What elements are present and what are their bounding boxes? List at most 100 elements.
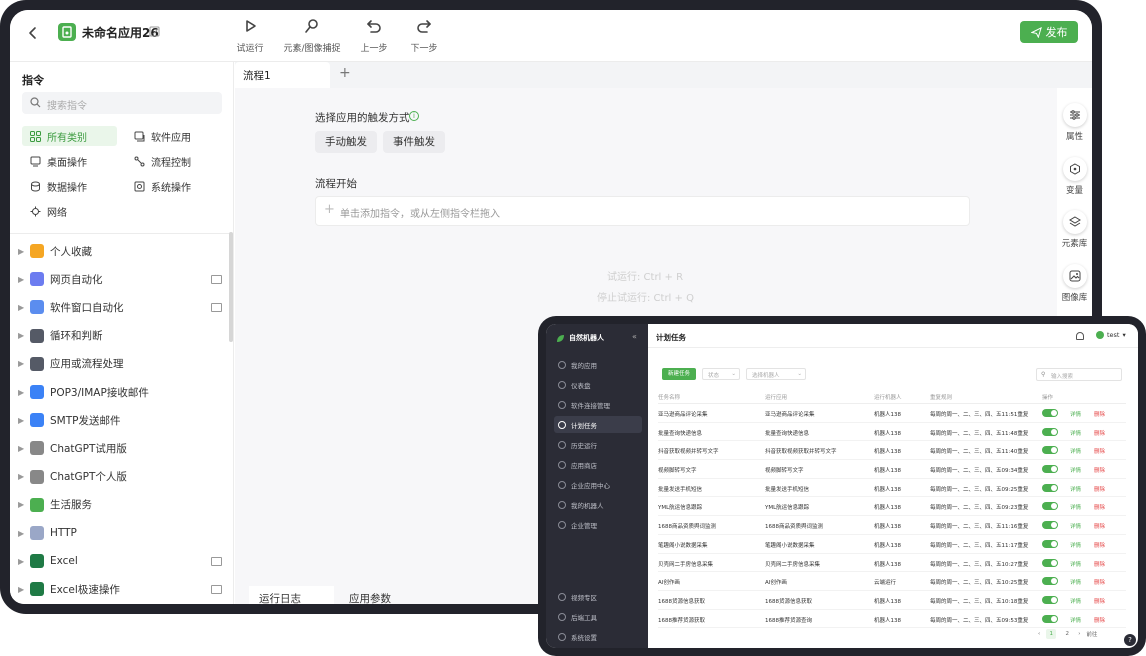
nav-item-bottom[interactable]: 后端工具 xyxy=(554,608,642,625)
back-icon[interactable] xyxy=(24,24,42,42)
tree-item[interactable]: ▶ 循环和判断 xyxy=(18,325,228,347)
run-test-button[interactable]: 试运行 xyxy=(220,17,280,54)
new-task-button[interactable]: 新建任务 xyxy=(662,368,696,380)
prev-page-icon[interactable]: ‹ xyxy=(1038,631,1040,637)
tree-item[interactable]: ▶ Excel极速操作 xyxy=(18,578,228,600)
detail-link[interactable]: 详情 xyxy=(1070,616,1081,624)
enable-toggle[interactable] xyxy=(1042,483,1058,492)
robot-select[interactable]: 选择机器人 ⌄ xyxy=(746,368,806,380)
delete-link[interactable]: 删除 xyxy=(1094,560,1105,568)
detail-link[interactable]: 详情 xyxy=(1070,522,1081,530)
delete-link[interactable]: 删除 xyxy=(1094,616,1105,624)
task-search-input[interactable]: ⚲ 输入搜索 xyxy=(1036,368,1122,381)
enable-toggle[interactable] xyxy=(1042,521,1058,530)
help-icon[interactable]: ? xyxy=(1124,634,1136,646)
tree-item[interactable]: ▶ 应用或流程处理 xyxy=(18,353,228,375)
detail-link[interactable]: 详情 xyxy=(1070,541,1081,549)
enable-toggle[interactable] xyxy=(1042,614,1058,623)
capture-button[interactable]: 元素/图像捕捉 xyxy=(282,17,342,54)
redo-button[interactable]: 下一步 xyxy=(394,17,454,54)
status-select[interactable]: 状态 ⌄ xyxy=(702,368,740,380)
collapse-icon[interactable]: « xyxy=(632,332,637,341)
tree-item[interactable]: ▶ HTTP xyxy=(18,522,228,544)
nav-item[interactable]: 仪表盘 xyxy=(554,376,642,393)
publish-button[interactable]: 发布 xyxy=(1020,21,1078,43)
category-software[interactable]: 软件应用 xyxy=(126,126,221,146)
nav-item[interactable]: 我的应用 xyxy=(554,356,642,373)
event-trigger-button[interactable]: 事件触发 xyxy=(383,131,445,153)
tree-item[interactable]: ▶ SMTP发送邮件 xyxy=(18,409,228,431)
category-desktop[interactable]: 桌面操作 xyxy=(22,151,117,171)
bell-icon[interactable] xyxy=(1076,332,1084,340)
page-1[interactable]: 1 xyxy=(1046,629,1057,639)
detail-link[interactable]: 详情 xyxy=(1070,447,1081,455)
delete-link[interactable]: 删除 xyxy=(1094,466,1105,474)
delete-link[interactable]: 删除 xyxy=(1094,597,1105,605)
enable-toggle[interactable] xyxy=(1042,539,1058,548)
nav-item[interactable]: 历史运行 xyxy=(554,436,642,453)
detail-link[interactable]: 详情 xyxy=(1070,410,1081,418)
enable-toggle[interactable] xyxy=(1042,558,1058,567)
info-icon[interactable]: i xyxy=(409,111,419,121)
nav-item-bottom[interactable]: 视频专区 xyxy=(554,588,642,605)
nav-item[interactable]: 企业应用中心 xyxy=(554,476,642,493)
nav-item[interactable]: 企业管理 xyxy=(554,516,642,533)
detail-link[interactable]: 详情 xyxy=(1070,485,1081,493)
delete-link[interactable]: 删除 xyxy=(1094,410,1105,418)
detail-link[interactable]: 详情 xyxy=(1070,597,1081,605)
enable-toggle[interactable] xyxy=(1042,465,1058,474)
enable-toggle[interactable] xyxy=(1042,409,1058,417)
tree-item[interactable]: ▶ ChatGPT试用版 xyxy=(18,437,228,459)
delete-link[interactable]: 删除 xyxy=(1094,429,1105,437)
enable-toggle[interactable] xyxy=(1042,427,1058,436)
tree-item[interactable]: ▶ 个人收藏 xyxy=(18,240,228,262)
tree-item[interactable]: ▶ ChatGPT个人版 xyxy=(18,466,228,488)
add-tab-button[interactable]: + xyxy=(339,65,351,81)
sidebar-scrollbar[interactable] xyxy=(229,232,233,342)
tab-flow1[interactable]: 流程1 xyxy=(235,62,330,88)
add-command-area[interactable]: + 单击添加指令，或从左侧指令栏拖入 xyxy=(315,196,970,226)
category-network[interactable]: 网络 xyxy=(22,201,117,221)
image-library-button[interactable]: 图像库 xyxy=(1057,264,1092,303)
tree-item[interactable]: ▶ 生活服务 xyxy=(18,494,228,516)
nav-item[interactable]: 应用商店 xyxy=(554,456,642,473)
delete-link[interactable]: 删除 xyxy=(1094,447,1105,455)
tree-item[interactable]: ▶ Excel xyxy=(18,550,228,572)
category-flow[interactable]: 流程控制 xyxy=(126,151,221,171)
nav-item[interactable]: 软件连接管理 xyxy=(554,396,642,413)
nav-item[interactable]: 我的机器人 xyxy=(554,496,642,513)
edit-title-icon[interactable] xyxy=(149,26,161,38)
tab-run-log[interactable]: 运行日志 xyxy=(249,586,334,604)
user-menu[interactable]: test ▾ xyxy=(1096,331,1126,339)
delete-link[interactable]: 删除 xyxy=(1094,578,1105,586)
nav-item[interactable]: 计划任务 xyxy=(554,416,642,433)
delete-link[interactable]: 删除 xyxy=(1094,503,1105,511)
detail-link[interactable]: 详情 xyxy=(1070,503,1081,511)
enable-toggle[interactable] xyxy=(1042,446,1058,455)
nav-item-bottom[interactable]: 系统设置 xyxy=(554,628,642,645)
manual-trigger-button[interactable]: 手动触发 xyxy=(315,131,377,153)
tree-item[interactable]: ▶ POP3/IMAP接收邮件 xyxy=(18,381,228,403)
tab-app-params[interactable]: 应用参数 xyxy=(339,586,424,604)
enable-toggle[interactable] xyxy=(1042,502,1058,511)
tree-item[interactable]: ▶ 网页自动化 xyxy=(18,268,228,290)
delete-link[interactable]: 删除 xyxy=(1094,485,1105,493)
tree-item[interactable]: ▶ 软件窗口自动化 xyxy=(18,296,228,318)
page-2[interactable]: 2 xyxy=(1062,629,1072,639)
element-library-button[interactable]: 元素库 xyxy=(1057,210,1092,249)
category-system[interactable]: 系统操作 xyxy=(126,176,221,196)
category-all[interactable]: 所有类别 xyxy=(22,126,117,146)
properties-button[interactable]: 属性 xyxy=(1057,103,1092,142)
detail-link[interactable]: 详情 xyxy=(1070,560,1081,568)
detail-link[interactable]: 详情 xyxy=(1070,429,1081,437)
next-page-icon[interactable]: › xyxy=(1078,631,1080,637)
delete-link[interactable]: 删除 xyxy=(1094,522,1105,530)
search-input[interactable]: 搜索指令 xyxy=(22,92,222,114)
delete-link[interactable]: 删除 xyxy=(1094,541,1105,549)
detail-link[interactable]: 详情 xyxy=(1070,466,1081,474)
enable-toggle[interactable] xyxy=(1042,595,1058,604)
enable-toggle[interactable] xyxy=(1042,577,1058,586)
category-data[interactable]: 数据操作 xyxy=(22,176,117,196)
variables-button[interactable]: 变量 xyxy=(1057,157,1092,196)
detail-link[interactable]: 详情 xyxy=(1070,578,1081,586)
